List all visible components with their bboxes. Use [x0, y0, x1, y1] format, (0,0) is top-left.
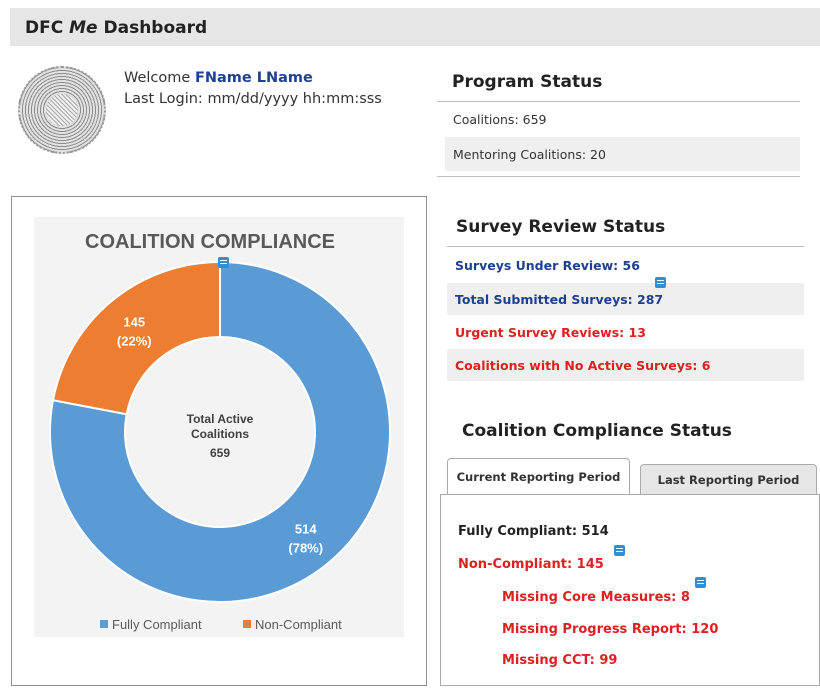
tab-current-reporting-period[interactable]: Current Reporting Period: [447, 458, 630, 494]
comment-note-icon[interactable]: [614, 545, 625, 556]
survey-review-heading: Survey Review Status: [456, 217, 666, 237]
user-name: FName LName: [194, 70, 313, 86]
welcome-block: Welcome FName LName Last Login: mm/dd/yy…: [124, 68, 382, 110]
last-login-label: Last Login:: [124, 91, 203, 107]
program-status-mentoring: Mentoring Coalitions: 20: [445, 137, 800, 171]
urgent-survey-reviews-link[interactable]: Urgent Survey Reviews: 13: [447, 317, 804, 347]
missing-progress-report-link[interactable]: Missing Progress Report: 120: [502, 622, 718, 637]
divider: [437, 101, 800, 102]
tab-last-reporting-period[interactable]: Last Reporting Period: [640, 464, 817, 494]
chart-card: [34, 217, 404, 637]
page-title: DFC Me Dashboard: [25, 18, 208, 38]
surveys-under-review-link[interactable]: Surveys Under Review: 56: [447, 250, 804, 280]
divider: [437, 176, 800, 177]
comment-note-icon[interactable]: [218, 257, 229, 268]
last-login-value: mm/dd/yyyy hh:mm:sss: [207, 91, 382, 107]
non-compliant-link[interactable]: Non-Compliant: 145: [458, 557, 604, 572]
missing-cct-link[interactable]: Missing CCT: 99: [502, 653, 617, 668]
program-status-coalitions: Coalitions: 659: [453, 111, 547, 127]
divider: [447, 246, 804, 247]
coalitions-no-active-surveys-link[interactable]: Coalitions with No Active Surveys: 6: [447, 349, 804, 381]
agency-seal-image: [18, 66, 106, 154]
program-status-heading: Program Status: [452, 72, 603, 92]
comment-note-icon[interactable]: [655, 277, 666, 288]
dashboard-header: DFC Me Dashboard: [10, 8, 820, 46]
compliance-status-heading: Coalition Compliance Status: [462, 421, 732, 441]
comment-note-icon[interactable]: [695, 577, 706, 588]
total-submitted-surveys-link[interactable]: Total Submitted Surveys: 287: [447, 283, 804, 315]
welcome-label: Welcome: [124, 70, 191, 86]
missing-core-measures-link[interactable]: Missing Core Measures: 8: [502, 590, 690, 605]
fully-compliant-count: Fully Compliant: 514: [458, 524, 609, 539]
